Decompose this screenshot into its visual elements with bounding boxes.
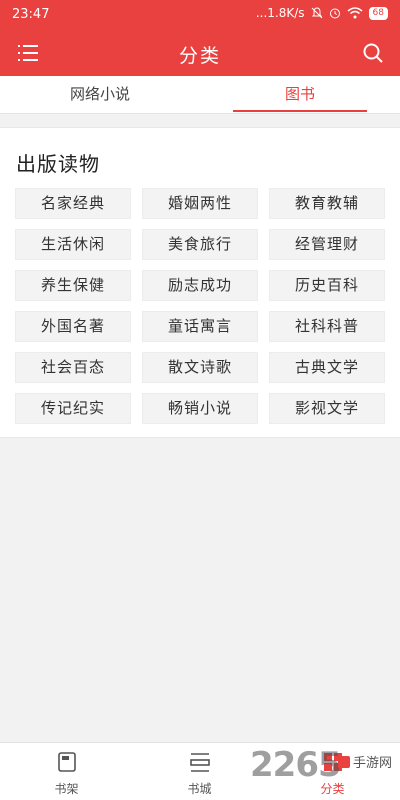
category-chip[interactable]: 社会百态 [15,352,131,383]
category-chip[interactable]: 经管理财 [269,229,385,260]
nav-bookstore[interactable]: 书城 [133,743,266,800]
app-bar: 分类 [0,30,400,76]
alarm-icon [329,8,340,19]
page-title: 分类 [178,45,221,67]
category-chip[interactable]: 名家经典 [15,188,131,219]
category-chip[interactable]: 传记纪实 [15,393,131,424]
category-chip[interactable]: 生活休闲 [15,229,131,260]
bookstore-icon [189,753,210,772]
network-speed: ...1.8K/s [255,6,305,20]
category-grid: 名家经典 婚姻两性 教育教辅 生活休闲 美食旅行 经管理财 养生保健 励志成功 … [15,188,385,424]
watermark-number: 2265 [250,745,342,785]
category-chip[interactable]: 养生保健 [15,270,131,301]
wifi-icon [347,7,363,19]
status-icons: ...1.8K/s 68 [256,6,388,20]
nav-label: 书架 [54,782,79,796]
tab-bar: 网络小说 图书 [0,76,400,114]
tab-web-novel[interactable]: 网络小说 [0,76,200,114]
category-chip[interactable]: 散文诗歌 [142,352,258,383]
category-chip[interactable]: 社科科普 [269,311,385,342]
category-chip[interactable]: 童话寓言 [142,311,258,342]
category-chip[interactable]: 美食旅行 [142,229,258,260]
category-chip[interactable]: 畅销小说 [142,393,258,424]
tab-label: 图书 [284,85,315,103]
category-chip[interactable]: 教育教辅 [269,188,385,219]
section-title: 出版读物 [16,152,100,176]
category-chip[interactable]: 影视文学 [269,393,385,424]
tab-label: 网络小说 [69,85,130,103]
watermark-brand: 手游网 [338,752,392,771]
category-chip[interactable]: 励志成功 [142,270,258,301]
tab-books[interactable]: 图书 [200,76,400,114]
watermark-logo-icon [338,755,350,768]
search-icon[interactable] [362,42,384,64]
bookshelf-icon [57,752,76,772]
category-panel: 出版读物 名家经典 婚姻两性 教育教辅 生活休闲 美食旅行 经管理财 养生保健 … [0,127,400,438]
nav-label: 书城 [187,782,212,796]
active-tab-indicator [233,110,367,112]
category-chip[interactable]: 古典文学 [269,352,385,383]
bell-off-icon [311,7,322,19]
nav-bookshelf[interactable]: 书架 [0,743,133,800]
category-chip[interactable]: 历史百科 [269,270,385,301]
category-chip[interactable]: 婚姻两性 [142,188,258,219]
watermark-text: 手游网 [353,756,393,771]
status-bar: 23:47 ...1.8K/s 68 [0,0,400,30]
category-chip[interactable]: 外国名著 [15,311,131,342]
status-time: 23:47 [12,7,50,22]
battery-indicator: 68 [368,6,388,20]
